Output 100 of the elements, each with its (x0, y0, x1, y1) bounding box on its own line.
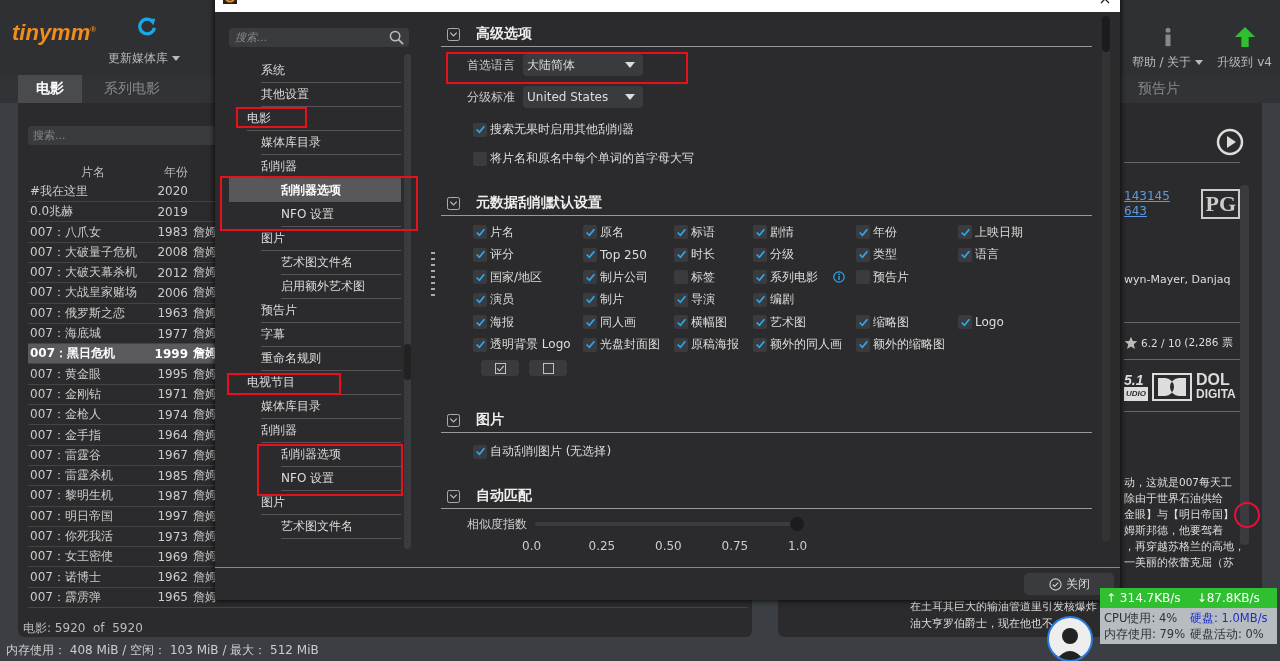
table-cell-text: 1987 (156, 488, 188, 503)
checkbox[interactable] (473, 247, 487, 262)
checkbox[interactable] (674, 315, 688, 330)
table-cell-text: 1973 (156, 529, 188, 544)
checkbox[interactable] (473, 270, 487, 285)
tree-item[interactable]: NFO 设置 (229, 202, 401, 226)
collapse-icon[interactable] (447, 27, 460, 41)
column-header[interactable]: 年份 (158, 164, 188, 182)
checkbox[interactable] (583, 247, 597, 262)
plot-text: 油大亨罗伯爵士，现在他也不 (910, 616, 1053, 631)
table-cell-text: 007：雷霆杀机 (29, 467, 114, 485)
help-menu[interactable]: 帮助 / 关于 (1131, 54, 1204, 71)
splitter-handle[interactable] (431, 252, 435, 298)
field-label: 相似度指数 (467, 515, 527, 533)
checkbox[interactable] (674, 292, 688, 307)
table-cell-text: 2008 (156, 245, 188, 260)
tree-item[interactable]: 刮削器 (229, 418, 401, 442)
checkbox-label: 导演 (691, 291, 715, 309)
column-header[interactable]: 片名 (28, 164, 158, 182)
collapse-icon[interactable] (447, 489, 460, 503)
dropdown[interactable]: United States (523, 86, 643, 108)
checkbox[interactable] (473, 292, 487, 307)
checkbox[interactable] (856, 337, 870, 352)
checkbox-label: 评分 (490, 246, 514, 264)
scrollbar[interactable] (404, 54, 411, 549)
table-cell-text: 2006 (156, 285, 188, 300)
checkbox[interactable] (473, 315, 487, 330)
checkbox[interactable] (753, 292, 767, 307)
tree-item[interactable]: 重命名规则 (229, 346, 401, 370)
checkbox[interactable] (753, 225, 767, 240)
votes-text: (2,286 票 (1184, 336, 1233, 350)
upgrade-button[interactable]: 升级到 v4 (1217, 54, 1272, 71)
checkbox-label: 编剧 (770, 291, 794, 309)
checkbox[interactable] (583, 337, 597, 352)
tree-item[interactable]: 其他设置 (229, 82, 401, 106)
checkbox[interactable] (583, 225, 597, 240)
tree-item[interactable]: 艺术图文件名 (229, 514, 401, 538)
check-all-button[interactable] (481, 360, 519, 376)
tree-item[interactable]: 启用额外艺术图 (229, 274, 401, 298)
table-cell-text: 1962 (156, 570, 188, 585)
checkbox[interactable] (583, 270, 597, 285)
checkbox[interactable] (958, 225, 972, 240)
checkbox[interactable] (753, 270, 767, 285)
checkbox[interactable] (583, 292, 597, 307)
section-title: 图片 (476, 411, 504, 429)
table-cell-text: 2012 (156, 265, 188, 280)
table-cell-text: 1963 (156, 306, 188, 321)
checkbox[interactable] (473, 225, 487, 240)
checkbox[interactable] (473, 122, 487, 137)
checkbox[interactable] (473, 444, 487, 459)
checkbox[interactable] (753, 315, 767, 330)
tab[interactable]: 预告片 (1120, 75, 1198, 103)
checkbox-label: 将片名和原名中每个单词的首字母大写 (490, 150, 694, 167)
up-arrow-icon[interactable] (1233, 26, 1256, 48)
checkbox[interactable] (856, 315, 870, 330)
checkbox-label: 类型 (873, 246, 897, 264)
checkbox[interactable] (674, 247, 688, 262)
id-link[interactable]: 643 (1124, 204, 1147, 218)
checkbox[interactable] (958, 315, 972, 330)
collapse-icon[interactable] (447, 196, 460, 210)
tree-item[interactable]: 预告片 (229, 298, 401, 322)
tick-label: 0.25 (588, 539, 617, 553)
checkbox[interactable] (856, 247, 870, 262)
table-cell-text: 0.0兆赫 (29, 203, 75, 221)
collapse-icon[interactable] (447, 413, 460, 427)
checkbox[interactable] (473, 337, 487, 352)
rating-text: 6.2 / 10 (1141, 337, 1182, 349)
checkbox-label: 标语 (691, 223, 715, 241)
tree-item[interactable]: 艺术图文件名 (229, 250, 401, 274)
refresh-icon[interactable] (136, 16, 158, 38)
tree-item[interactable]: 刮削器选项 (229, 178, 401, 202)
tree-item[interactable]: 媒体库目录 (229, 130, 401, 154)
checkbox-label: 额外的缩略图 (873, 336, 945, 354)
dropdown[interactable]: 大陆简体 (523, 54, 643, 76)
tick-label: 0.75 (721, 539, 750, 553)
uncheck-all-button[interactable] (529, 360, 567, 376)
table-cell-text: 1985 (156, 468, 188, 483)
checkbox[interactable] (583, 315, 597, 330)
table-cell-text: 007：你死我活 (29, 528, 114, 545)
checkbox-label: Top 250 (600, 247, 647, 262)
checkbox[interactable] (856, 225, 870, 240)
id-link[interactable]: 143145 (1124, 189, 1170, 203)
search-field[interactable]: 搜索... (229, 28, 409, 47)
tree-item[interactable]: 字幕 (229, 322, 401, 346)
checkbox[interactable] (674, 337, 688, 352)
checkbox-label: 制片 (600, 291, 624, 309)
update-library-menu[interactable]: 更新媒体库 (108, 50, 180, 67)
slider-thumb[interactable] (790, 517, 804, 531)
plot-text: ，再穿越苏格兰的高地， (1124, 539, 1245, 554)
tab[interactable]: 电影 (18, 75, 82, 103)
checkbox[interactable] (958, 247, 972, 262)
checkbox[interactable] (753, 337, 767, 352)
checkbox[interactable] (753, 247, 767, 262)
checkbox[interactable] (674, 225, 688, 240)
play-icon[interactable] (1216, 128, 1244, 156)
tree-item[interactable]: 系统 (229, 58, 401, 82)
info-icon[interactable] (833, 271, 845, 284)
checkbox-label: 分级 (770, 246, 794, 264)
scrollbar[interactable] (1240, 185, 1249, 545)
tab[interactable]: 系列电影 (86, 75, 178, 103)
